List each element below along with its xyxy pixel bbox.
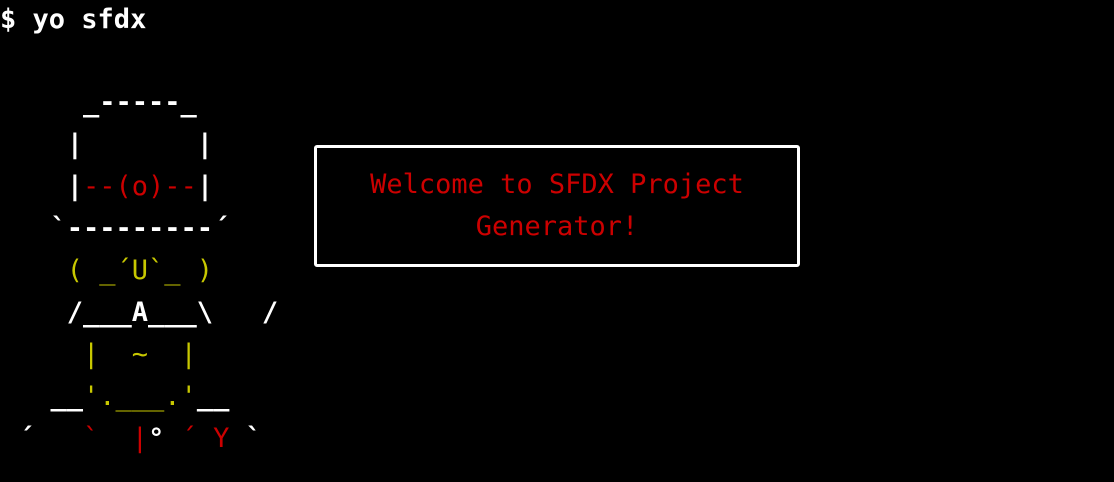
ascii-art-segment: ` |: [83, 423, 149, 454]
welcome-message-box: Welcome to SFDX Project Generator!: [314, 145, 800, 267]
ascii-art-line: |--(o)--|: [18, 166, 278, 208]
ascii-art-segment: |: [196, 171, 214, 202]
ascii-art-line: _-----_: [18, 82, 278, 124]
prompt-symbol: $: [0, 4, 17, 35]
ascii-art-line: | |: [18, 124, 278, 166]
ascii-art-segment: '.___.': [83, 381, 197, 412]
ascii-art-segment: ´ Y: [180, 423, 230, 454]
ascii-art-segment: ( _´U`_ ): [18, 255, 214, 286]
ascii-art-segment: ´: [18, 423, 84, 454]
welcome-message-line-1: Welcome to SFDX Project: [370, 169, 744, 200]
ascii-art-segment: __: [196, 381, 230, 412]
ascii-art-line: | ~ |: [18, 334, 278, 376]
ascii-art-segment: `---------´: [18, 213, 230, 244]
command-text: yo sfdx: [32, 4, 147, 35]
yeoman-ascii-art: _-----_ | | |--(o)--| `---------´ ( _´U`…: [18, 82, 278, 460]
command-prompt-line: $ yo sfdx: [0, 2, 146, 38]
ascii-art-segment: _-----_: [18, 87, 197, 118]
ascii-art-segment: | ~ |: [18, 339, 197, 370]
ascii-art-line: ´ ` |° ´ Y `: [18, 418, 278, 460]
ascii-art-line: ( _´U`_ ): [18, 250, 278, 292]
ascii-art-segment: `: [229, 423, 262, 454]
ascii-art-segment: | |: [18, 129, 214, 160]
ascii-art-segment: __: [18, 381, 84, 412]
ascii-art-segment: |: [18, 171, 84, 202]
terminal-window: $ yo sfdx _-----_ | | |--(o)--| `-------…: [0, 0, 1114, 482]
ascii-art-segment: °: [148, 423, 181, 454]
ascii-art-line: __'.___.'__: [18, 376, 278, 418]
ascii-art-segment: --(o)--: [83, 171, 197, 202]
ascii-art-line: /___A___\ /: [18, 292, 278, 334]
ascii-art-segment: /___A___\ /: [18, 297, 279, 328]
ascii-art-line: `---------´: [18, 208, 278, 250]
welcome-message-line-2: Generator!: [475, 211, 639, 242]
